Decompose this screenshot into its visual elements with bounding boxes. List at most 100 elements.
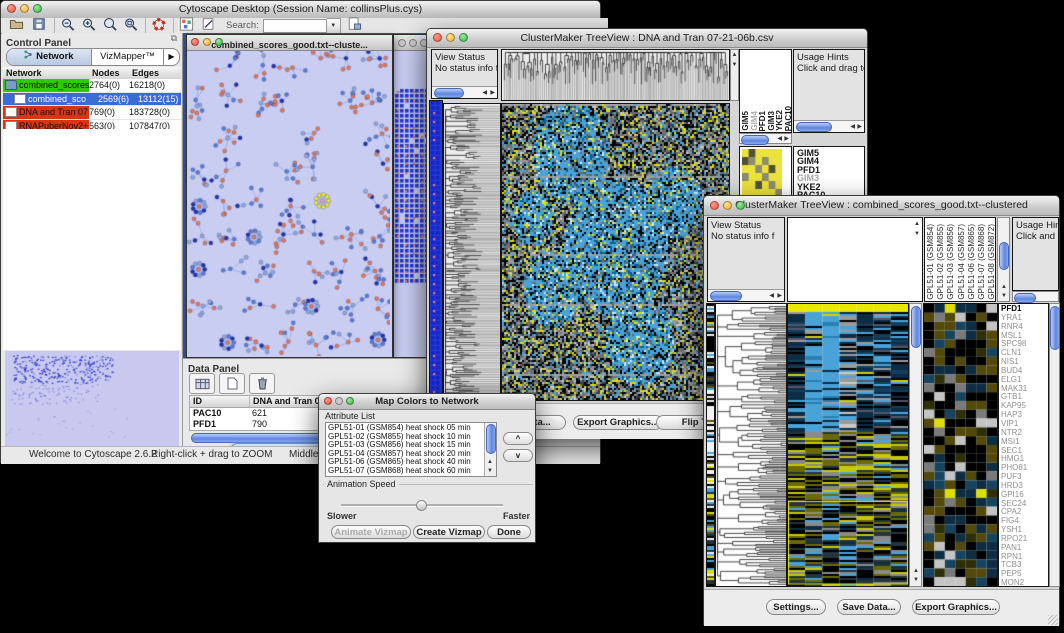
birdseye-view-canvas[interactable] [5, 351, 179, 455]
view-status-scrollbar[interactable]: ◀ ▶ [432, 86, 497, 98]
close-icon[interactable] [7, 4, 16, 13]
zoom-in-icon[interactable] [81, 17, 98, 34]
search-input[interactable] [263, 19, 327, 33]
attribute-list-scrollbar[interactable]: ▲ ▼ [484, 423, 496, 476]
float-panel-icon[interactable]: ⧉ [171, 33, 177, 44]
col-nodes[interactable]: Nodes [92, 68, 132, 78]
minimize-icon[interactable] [203, 38, 211, 46]
usage-hints-scrollbar[interactable]: ◀ ▶ [794, 120, 864, 132]
attribute-browser-icon[interactable] [347, 17, 364, 34]
zoom-window-icon[interactable] [459, 33, 468, 42]
gene-label[interactable]: MON2 [1001, 579, 1048, 587]
network-file-icon [5, 107, 17, 117]
col-network[interactable]: Network [3, 68, 92, 78]
column-label[interactable]: GPL51-08 (GSM872) [987, 224, 996, 300]
column-label[interactable]: GPL51-07 (GSM868) [977, 224, 987, 300]
column-label[interactable]: GPL51-03 (GSM856) [946, 224, 956, 300]
network-table-row[interactable]: combined_sco 2569(6) 13112(15) [3, 93, 181, 107]
annotation-icon[interactable] [201, 17, 218, 34]
global-overview-strip[interactable] [429, 100, 443, 401]
row-dendrogram[interactable] [715, 303, 787, 587]
col-id[interactable]: ID [190, 396, 250, 407]
slider-thumb[interactable] [416, 500, 427, 511]
help-lifesaver-icon[interactable] [151, 17, 168, 34]
animation-slider[interactable] [341, 500, 503, 510]
network-table-row[interactable]: DNA and Tran 07 769(0) 183728(0) [3, 106, 181, 120]
heatmap-main[interactable] [501, 103, 730, 401]
minimize-icon[interactable] [446, 33, 455, 42]
zoom-selected-icon[interactable] [102, 17, 119, 34]
zoom-window-icon[interactable] [33, 4, 42, 13]
close-icon[interactable] [433, 33, 442, 42]
status-welcome: Welcome to Cytoscape 2.6.2 [29, 449, 157, 460]
minimize-icon[interactable] [409, 39, 417, 47]
column-label[interactable]: GPL51-04 (GSM857) [957, 224, 967, 300]
done-button[interactable]: Done [487, 525, 531, 539]
network-table-row[interactable]: combined_scores_ 2764(0) 16218(0) [3, 79, 181, 93]
column-labels-scrollbar[interactable]: ◀ ▶ [739, 133, 792, 144]
row-dendrogram[interactable] [443, 103, 501, 401]
delete-attribute-icon[interactable] [249, 373, 275, 394]
zoom-heatmap[interactable] [923, 303, 998, 587]
create-vizmap-button[interactable]: Create Vizmap [413, 525, 485, 539]
column-label[interactable]: GPL51-01 (GSM854) [926, 224, 936, 300]
view-status-scrollbar[interactable]: ◀ ▶ [708, 289, 784, 301]
scroll-down-icon[interactable]: ▼ [914, 229, 920, 239]
gene-list-vscrollbar[interactable] [1049, 303, 1060, 587]
close-icon[interactable] [398, 39, 406, 47]
global-overview-strip[interactable] [706, 303, 715, 587]
tab-vizmapper[interactable]: VizMapper™ [92, 49, 163, 65]
search-dropdown-button[interactable]: ▼ [327, 18, 341, 34]
minimize-icon[interactable] [20, 4, 29, 13]
heatmap-main[interactable] [787, 303, 909, 587]
desktop: Cytoscape Desktop (Session Name: collins… [0, 0, 1064, 633]
export-graphics-button[interactable]: Export Graphics... [573, 415, 663, 430]
close-icon[interactable] [324, 397, 332, 405]
column-dendrogram[interactable]: ▲ ▼ [787, 217, 923, 302]
column-label[interactable]: GPL51-02 (GSM855) [936, 224, 946, 300]
column-label[interactable]: PAC10 [785, 106, 792, 131]
treeview1-titlebar[interactable]: ClusterMaker TreeView : DNA and Tran 07-… [427, 29, 867, 48]
new-attribute-icon[interactable] [219, 373, 245, 394]
dialog-titlebar[interactable]: Map Colors to Network [319, 394, 535, 410]
tab-overflow-arrow[interactable]: ▶ [163, 49, 179, 65]
move-down-button[interactable]: v [503, 449, 533, 462]
treeview2-titlebar[interactable]: ClusterMaker TreeView : combined_scores_… [704, 196, 1059, 216]
open-file-icon[interactable] [9, 17, 26, 34]
scroll-up-icon[interactable]: ▲ [914, 219, 920, 229]
scroll-right-icon[interactable]: ▶ [490, 88, 495, 98]
col-edges[interactable]: Edges [132, 68, 181, 78]
zoom-out-icon[interactable] [60, 17, 77, 34]
zoom-window-icon[interactable] [346, 397, 354, 405]
network-graph-canvas[interactable] [187, 51, 390, 356]
column-labels-vscroll[interactable]: ▲ ▼ [997, 217, 1010, 302]
zoom-window-icon[interactable] [736, 201, 745, 210]
zoom-window-icon[interactable] [215, 38, 223, 46]
select-attributes-icon[interactable] [189, 373, 215, 394]
zoom-fit-icon[interactable] [123, 17, 140, 34]
column-labels-panel: GPL51-01 (GSM854)GPL51-02 (GSM855)GPL51-… [924, 217, 996, 302]
scroll-left-icon[interactable]: ◀ [482, 88, 487, 98]
attribute-list-item[interactable]: GPL51-07 (GSM868) heat shock 60 min [326, 467, 496, 476]
heatmap-vscrollbar[interactable]: ▲ ▼ [909, 303, 922, 587]
scroll-left-icon: ◀ [777, 134, 782, 144]
network-overview-icon[interactable] [179, 17, 196, 34]
close-icon[interactable] [710, 201, 719, 210]
usage-hints-scrollbar[interactable] [1012, 291, 1059, 302]
settings-button[interactable]: Settings... [766, 599, 826, 615]
resize-grip[interactable] [1048, 615, 1058, 625]
minimize-icon[interactable] [723, 201, 732, 210]
move-up-button[interactable]: ^ [503, 432, 533, 445]
minimize-icon[interactable] [335, 397, 343, 405]
close-icon[interactable] [191, 38, 199, 46]
column-labels: GIM5GIM4PFD1GIM3YKE2PAC10 [742, 51, 792, 131]
save-icon[interactable] [32, 17, 49, 34]
scroll-left-icon: ◀ [850, 122, 855, 132]
heatmap-hscroll[interactable]: ▲ ▼ [730, 49, 739, 101]
column-dendrogram[interactable] [501, 49, 730, 101]
save-data-button[interactable]: Save Data... [837, 599, 901, 615]
tab-network[interactable]: Network [7, 49, 92, 65]
animate-vizmap-button[interactable]: Animate Vizmap [331, 525, 411, 539]
export-graphics-button[interactable]: Export Graphics... [912, 599, 1000, 615]
column-label[interactable]: GPL51-06 (GSM865) [967, 224, 977, 300]
